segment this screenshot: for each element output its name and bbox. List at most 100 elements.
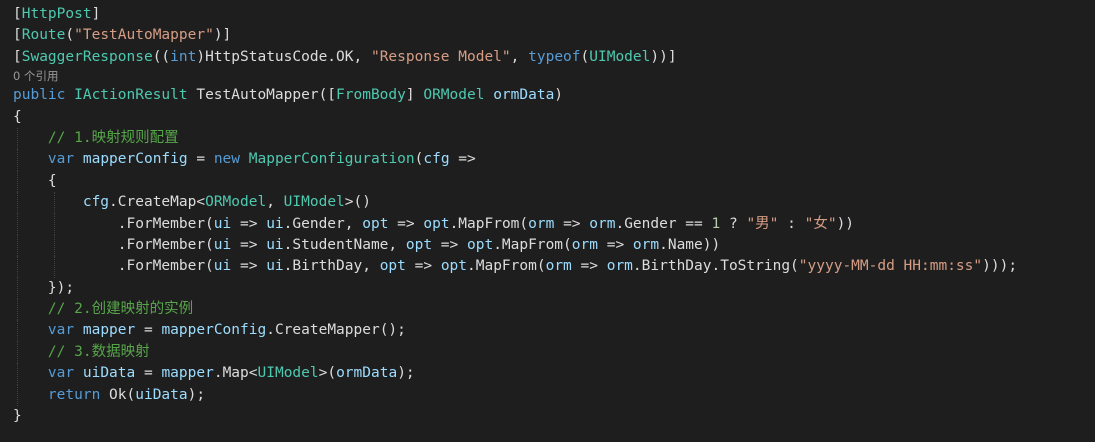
code-token: >( — [318, 365, 337, 382]
code-token: ( — [65, 27, 75, 44]
code-editor[interactable]: [HttpPost] [Route("TestAutoMapper")] [Swag… — [0, 0, 1095, 442]
code-token: = — [135, 365, 162, 382]
code-token: = — [135, 322, 162, 339]
code-line[interactable]: // 2.创建映射的实例 — [0, 299, 1095, 321]
code-token: .MapFrom( — [467, 258, 546, 275]
code-token: => — [231, 215, 267, 232]
code-token: => — [405, 258, 441, 275]
code-token: ] — [405, 87, 424, 104]
code-token: => — [231, 236, 267, 253]
code-token: . — [109, 194, 118, 211]
code-token: .Gender == — [615, 215, 712, 232]
indent-guide — [17, 213, 18, 235]
code-token: ( — [580, 48, 590, 65]
code-token: HttpPost — [21, 6, 92, 22]
code-token: // 1.映射规则配置 — [47, 129, 179, 146]
codelens-references[interactable]: 0 个引用 — [0, 68, 1095, 85]
code-line[interactable]: [HttpPost] — [0, 4, 1095, 25]
code-token: => — [231, 258, 267, 275]
indent-guide — [54, 234, 55, 257]
code-token: uiData — [82, 365, 136, 382]
code-token: .BirthDay.ToString( — [632, 258, 799, 275]
code-line[interactable]: var mapperConfig = new MapperConfigurati… — [0, 149, 1095, 171]
code-token: .Gender, — [283, 215, 363, 232]
code-token: )) — [836, 215, 855, 232]
code-token: mapperConfig — [161, 322, 267, 339]
code-token: (( — [152, 48, 171, 65]
code-token: "Response Model" — [370, 48, 511, 65]
indent-guide — [17, 170, 18, 193]
code-token: ))); — [982, 258, 1018, 275]
code-token: cfg — [423, 151, 450, 168]
code-token: [ — [13, 27, 22, 44]
code-line[interactable]: // 1.映射规则配置 — [0, 127, 1095, 150]
code-line[interactable]: // 3.数据映射 — [0, 341, 1095, 364]
indent-guide — [17, 363, 18, 385]
code-token: UIModel — [283, 194, 345, 211]
code-token: Route — [21, 27, 66, 44]
code-line[interactable]: { — [0, 107, 1095, 128]
indent-guide — [54, 192, 55, 214]
code-token: ORModel — [205, 194, 267, 211]
indent-guide — [17, 341, 18, 364]
code-token: ] — [91, 6, 101, 22]
code-line[interactable]: public IActionResult TestAutoMapper([Fro… — [0, 85, 1095, 106]
code-token: FromBody — [336, 87, 406, 104]
code-token: < — [196, 194, 206, 211]
code-token: .MapFrom( — [449, 215, 529, 232]
code-token: "女" — [804, 215, 837, 232]
code-token: .ForMember( — [13, 236, 214, 253]
code-token: [ — [13, 48, 22, 65]
code-token: typeof — [528, 48, 581, 65]
code-token: ormData — [493, 87, 555, 104]
code-line[interactable]: .ForMember(ui => ui.StudentName, opt => … — [0, 234, 1095, 257]
code-line[interactable]: }); — [0, 277, 1095, 300]
code-token: Ok( — [100, 386, 136, 403]
code-token: => — [554, 215, 590, 232]
code-token: ))] — [650, 48, 677, 65]
code-token: { — [13, 172, 57, 189]
code-line[interactable]: var uiData = mapper.Map<UIModel>(ormData… — [0, 363, 1095, 385]
code-token: orm — [632, 236, 660, 253]
code-line[interactable]: .ForMember(ui => ui.BirthDay, opt => opt… — [0, 256, 1095, 278]
indent-guide — [17, 127, 18, 150]
code-line[interactable]: [SwaggerResponse((int)HttpStatusCode.OK,… — [0, 47, 1095, 68]
code-token: ); — [187, 386, 206, 403]
indent-guide — [54, 213, 55, 235]
code-line[interactable]: { — [0, 170, 1095, 193]
code-token: mapperConfig — [82, 151, 188, 168]
code-token: .ForMember( — [13, 258, 214, 275]
code-line[interactable]: return Ok(uiData); — [0, 384, 1095, 407]
code-token: var — [47, 151, 75, 168]
code-token: ) — [554, 87, 564, 104]
code-token: , — [266, 194, 284, 211]
code-token: ? — [720, 215, 747, 232]
code-token: mapper — [161, 365, 214, 382]
code-line[interactable]: cfg.CreateMap<ORModel, UIModel>() — [0, 192, 1095, 214]
code-token: => — [449, 151, 476, 168]
code-token: => — [388, 215, 424, 232]
code-line[interactable]: var mapper = mapperConfig.CreateMapper()… — [0, 320, 1095, 342]
code-token: orm — [589, 215, 616, 232]
code-token: ui — [213, 258, 232, 275]
indent-guide — [17, 149, 18, 171]
code-token: opt — [467, 236, 494, 253]
code-line[interactable]: } — [0, 406, 1095, 427]
code-token: CreateMap — [117, 194, 197, 211]
code-line[interactable]: [Route("TestAutoMapper")] — [0, 25, 1095, 46]
code-token: opt — [423, 215, 450, 232]
indent-guide — [17, 234, 18, 257]
code-token: orm — [606, 258, 633, 275]
code-line[interactable]: .ForMember(ui => ui.Gender, opt => opt.M… — [0, 213, 1095, 235]
code-token: public — [13, 87, 75, 104]
code-token: .CreateMapper(); — [266, 322, 406, 339]
